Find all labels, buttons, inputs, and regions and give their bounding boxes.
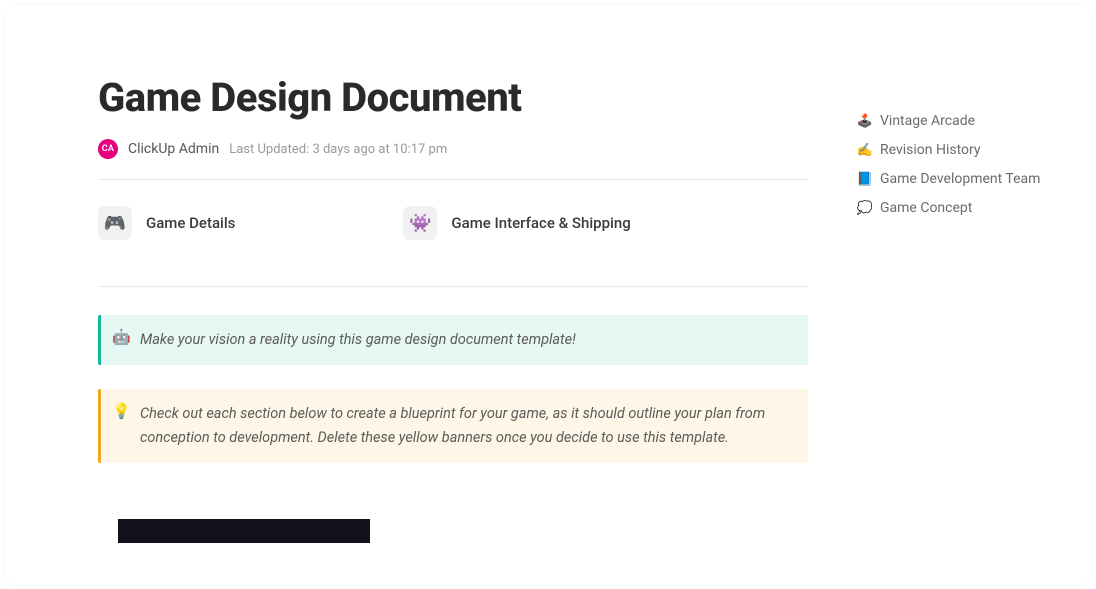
page-card: Game Design Document CA ClickUp Admin La… [5, 5, 1091, 584]
page-toc: 🕹️ Vintage Arcade ✍️ Revision History 📘 … [857, 111, 1067, 219]
banner-blueprint-text: Check out each section below to create a… [140, 402, 788, 450]
toc-label: Game Concept [880, 198, 972, 219]
toc-item-revision-history[interactable]: ✍️ Revision History [857, 140, 1067, 161]
toc-item-game-concept[interactable]: 💭 Game Concept [857, 198, 1067, 219]
last-updated: Last Updated: 3 days ago at 10:17 pm [229, 142, 447, 157]
toc-item-vintage-arcade[interactable]: 🕹️ Vintage Arcade [857, 111, 1067, 132]
section-links: 🎮 Game Details 👾 Game Interface & Shippi… [98, 180, 808, 266]
toc-label: Vintage Arcade [880, 111, 975, 132]
alien-icon: 👾 [403, 206, 437, 240]
toc-item-dev-team[interactable]: 📘 Game Development Team [857, 169, 1067, 190]
robot-icon: 🤖 [112, 328, 131, 346]
book-icon: 📘 [857, 170, 873, 190]
main-column: Game Design Document CA ClickUp Admin La… [98, 75, 808, 543]
thought-icon: 💭 [857, 199, 873, 219]
toc-label: Game Development Team [880, 169, 1040, 190]
banner-vision: 🤖 Make your vision a reality using this … [98, 315, 808, 365]
divider-sections [98, 286, 808, 287]
meta-row: CA ClickUp Admin Last Updated: 3 days ag… [98, 139, 808, 159]
section-link-interface-shipping[interactable]: 👾 Game Interface & Shipping [403, 206, 630, 240]
embed-preview[interactable] [118, 519, 370, 543]
gamepad-icon: 🎮 [98, 206, 132, 240]
joystick-icon: 🕹️ [857, 112, 873, 132]
bulb-icon: 💡 [112, 402, 131, 420]
author-name: ClickUp Admin [128, 141, 219, 157]
banner-vision-text: Make your vision a reality using this ga… [140, 328, 788, 352]
page-title: Game Design Document [98, 75, 808, 121]
toc-label: Revision History [880, 140, 981, 161]
section-label: Game Details [146, 214, 235, 232]
section-link-game-details[interactable]: 🎮 Game Details [98, 206, 235, 240]
section-label: Game Interface & Shipping [451, 214, 630, 232]
writing-icon: ✍️ [857, 141, 873, 161]
author-avatar[interactable]: CA [98, 139, 118, 159]
banner-blueprint: 💡 Check out each section below to create… [98, 389, 808, 463]
